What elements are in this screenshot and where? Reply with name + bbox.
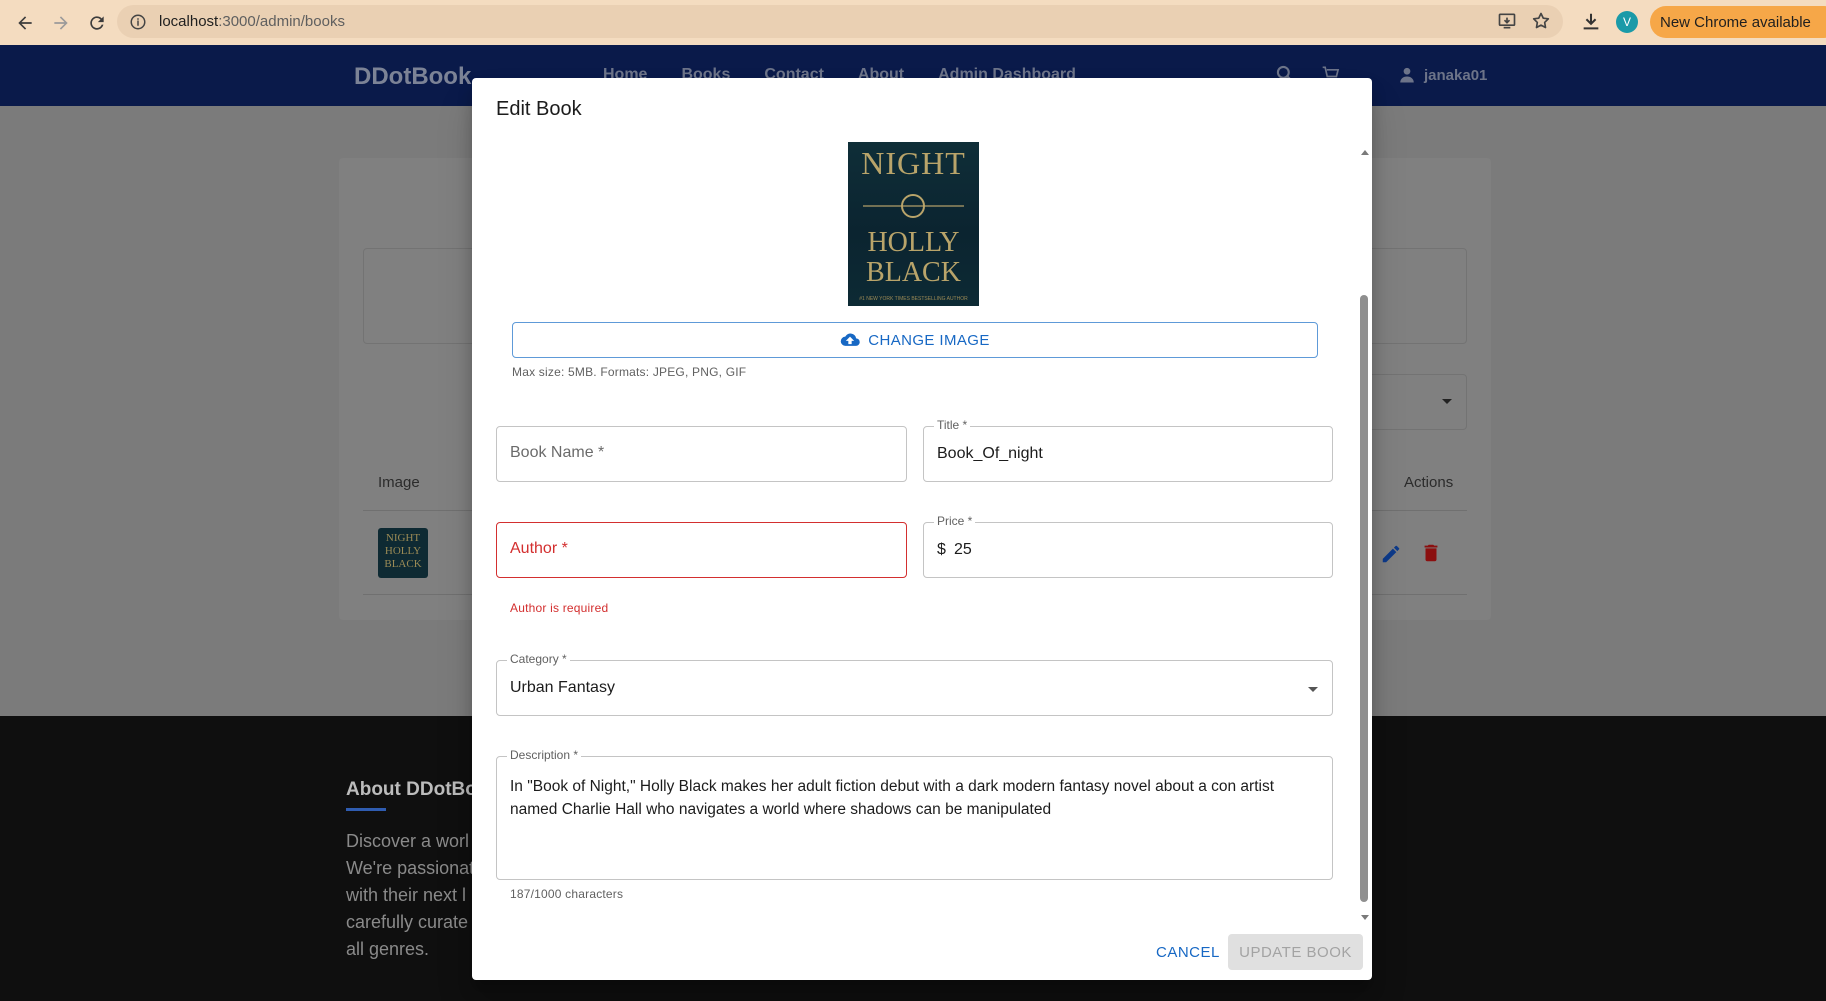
url-text: localhost:3000/admin/books (159, 13, 345, 30)
footer-title-underline (346, 808, 386, 811)
user-icon (1400, 67, 1414, 83)
title-value: Book_Of_night (937, 445, 1043, 462)
site-info-icon[interactable] (129, 13, 147, 31)
price-field[interactable]: Price * $ 25 (923, 514, 1333, 578)
download-icon[interactable] (1580, 11, 1602, 33)
description-value: In "Book of Night," Holly Black makes he… (510, 778, 1275, 818)
description-char-counter: 187/1000 characters (510, 887, 624, 901)
footer-about-title: About DDotBo (346, 779, 477, 800)
reload-icon (90, 15, 104, 30)
scroll-down-arrow-icon[interactable] (1361, 915, 1369, 920)
book-name-label: Book Name * (510, 444, 605, 461)
chrome-update-button[interactable]: New Chrome available (1650, 6, 1826, 38)
dialog-scrollbar[interactable] (1358, 150, 1370, 920)
footer-about-text: Discover a worl We're passionat with the… (346, 831, 475, 959)
url-path: :3000/admin/books (218, 13, 345, 30)
cover-title-word: NIGHT (861, 145, 966, 181)
address-bar-actions (1497, 11, 1551, 31)
update-book-button[interactable]: UPDATE BOOK (1228, 934, 1363, 970)
dialog-title: Edit Book (496, 98, 582, 120)
scroll-up-arrow-icon[interactable] (1361, 150, 1369, 155)
chrome-update-label: New Chrome available (1660, 13, 1811, 31)
book-name-field[interactable]: Book Name * (496, 426, 907, 482)
price-value: 25 (954, 541, 972, 558)
description-field[interactable]: Description * In "Book of Night," Holly … (496, 748, 1333, 880)
price-currency-prefix: $ (937, 541, 946, 558)
cover-author: HOLLY BLACK (866, 227, 961, 288)
moon-icon (901, 194, 925, 218)
cover-tagline: #1 NEW YORK TIMES BESTSELLING AUTHOR (859, 296, 968, 302)
delete-icon (1424, 544, 1438, 562)
category-value: Urban Fantasy (510, 679, 615, 696)
forward-arrow-icon (54, 15, 68, 30)
price-label: Price * (934, 514, 976, 528)
change-image-label: CHANGE IMAGE (868, 331, 990, 349)
reload-button[interactable] (80, 6, 114, 40)
address-bar[interactable]: localhost:3000/admin/books (117, 5, 1563, 38)
back-button[interactable] (8, 6, 42, 40)
author-label: Author * (510, 540, 568, 557)
title-label: Title * (934, 418, 971, 432)
cloud-upload-icon (840, 333, 861, 346)
url-host: localhost (159, 13, 219, 30)
category-label: Category * (507, 652, 570, 666)
author-field[interactable]: Author * (496, 522, 907, 578)
install-app-icon[interactable] (1497, 11, 1517, 31)
scrollbar-thumb[interactable] (1360, 295, 1368, 902)
user-menu[interactable]: janaka01 (1398, 66, 1487, 84)
cancel-button[interactable]: CANCEL (1148, 934, 1228, 970)
category-select[interactable]: Category * Urban Fantasy (496, 652, 1333, 716)
brand-logo[interactable]: DDotBook (354, 63, 471, 91)
book-thumbnail: NIGHT HOLLY BLACK (378, 528, 428, 578)
edit-icon (1382, 545, 1400, 563)
description-label: Description * (507, 748, 582, 762)
username: janaka01 (1424, 66, 1488, 84)
edit-book-dialog: Edit Book NIGHT HOLLY BLACK #1 NEW YORK … (472, 78, 1372, 980)
profile-avatar[interactable]: V (1616, 11, 1638, 33)
chevron-down-icon (1308, 687, 1318, 692)
profile-initial: V (1622, 15, 1631, 29)
back-arrow-icon (18, 15, 32, 30)
table-header-actions: Actions (1404, 474, 1454, 491)
book-cover-preview: NIGHT HOLLY BLACK #1 NEW YORK TIMES BEST… (848, 142, 979, 306)
bookmark-star-icon[interactable] (1531, 11, 1551, 31)
forward-button[interactable] (44, 6, 78, 40)
image-upload-hint: Max size: 5MB. Formats: JPEG, PNG, GIF (512, 365, 747, 379)
table-header-image: Image (378, 474, 420, 491)
title-field[interactable]: Title * Book_Of_night (923, 418, 1333, 482)
change-image-button[interactable]: CHANGE IMAGE (512, 322, 1318, 358)
author-error-text: Author is required (510, 601, 609, 615)
